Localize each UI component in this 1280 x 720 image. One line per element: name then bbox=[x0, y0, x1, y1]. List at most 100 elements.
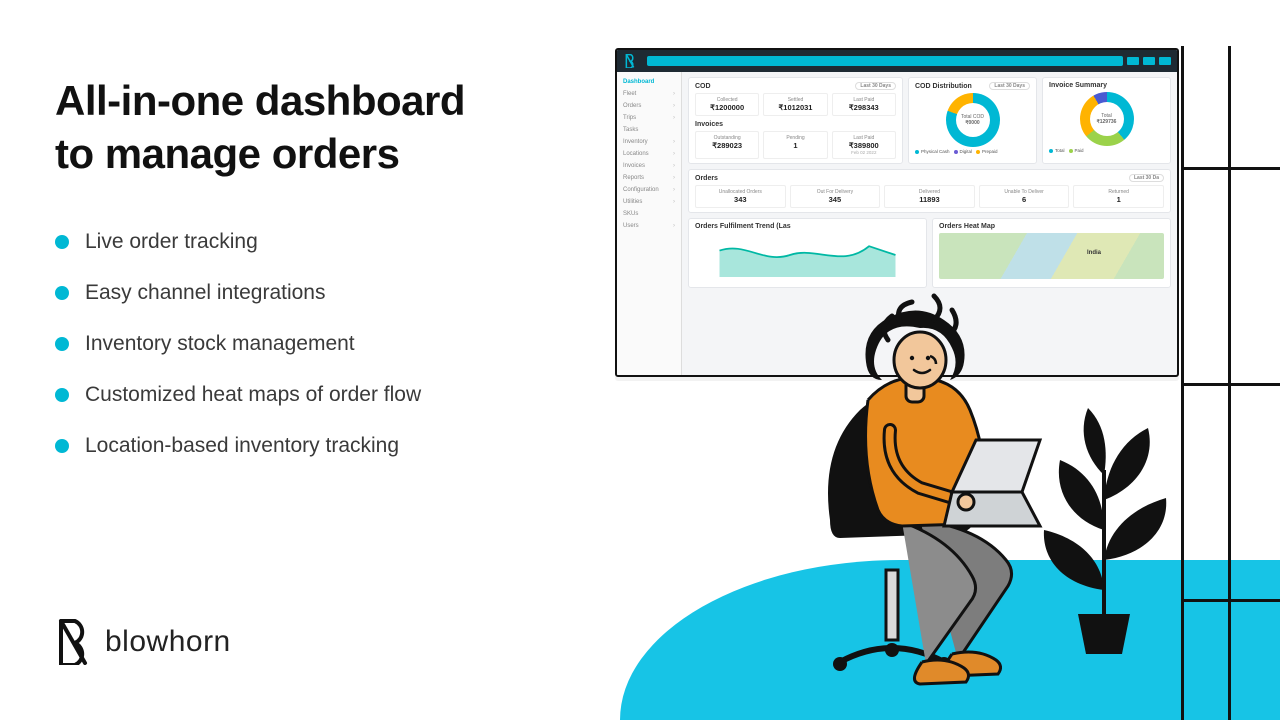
stat-pending: Pending1 bbox=[763, 131, 827, 159]
window-close-icon[interactable] bbox=[1159, 57, 1171, 65]
stat-value: 343 bbox=[698, 195, 783, 204]
legend-item: Paid bbox=[1069, 148, 1084, 153]
sidebar-item-label: Inventory bbox=[623, 139, 648, 145]
feature-item: Customized heat maps of order flow bbox=[55, 383, 421, 407]
sidebar-item-skus[interactable]: SKUs bbox=[617, 208, 681, 220]
window-titlebar bbox=[617, 50, 1177, 72]
period-selector[interactable]: Last 30 Days bbox=[855, 82, 896, 90]
sidebar-item-label: Fleet bbox=[623, 91, 636, 97]
orders-card: OrdersLast 30 Da Unallocated Orders343 O… bbox=[688, 169, 1171, 213]
sidebar-item-label: Reports bbox=[623, 175, 644, 181]
brand-name: blowhorn bbox=[105, 625, 231, 659]
stat-returned: Returned1 bbox=[1073, 185, 1164, 208]
card-title: Orders Heat Map bbox=[939, 223, 995, 230]
stat-collected: Collected₹1200000 bbox=[695, 93, 759, 116]
sidebar-item-orders[interactable]: Orders › bbox=[617, 100, 681, 112]
bullet-icon bbox=[55, 286, 69, 300]
chart-legend: Total Paid bbox=[1049, 148, 1164, 153]
card-title: Invoices bbox=[695, 121, 723, 128]
chart-legend: Physical Cash Digital Prepaid bbox=[915, 149, 1030, 154]
stat-delivered: Delivered11893 bbox=[884, 185, 975, 208]
stat-value: ₹389800 bbox=[835, 141, 893, 150]
feature-label: Location-based inventory tracking bbox=[85, 434, 399, 458]
feature-label: Inventory stock management bbox=[85, 332, 355, 356]
sidebar-item-reports[interactable]: Reports › bbox=[617, 172, 681, 184]
window-min-icon[interactable] bbox=[1127, 57, 1139, 65]
sidebar-item-users[interactable]: Users› bbox=[617, 220, 681, 232]
sidebar-item-label: Orders bbox=[623, 103, 641, 109]
chevron-right-icon: › bbox=[673, 163, 675, 169]
headline: All-in-one dashboard to manage orders bbox=[55, 75, 465, 180]
window-illustration bbox=[1181, 46, 1280, 720]
stat-outstanding: Outstanding₹289023 bbox=[695, 131, 759, 159]
feature-label: Easy channel integrations bbox=[85, 281, 326, 305]
feature-item: Inventory stock management bbox=[55, 332, 421, 356]
feature-list: Live order tracking Easy channel integra… bbox=[55, 230, 421, 485]
sidebar-item-trips[interactable]: Trips› bbox=[617, 112, 681, 124]
stat-value: 11893 bbox=[887, 195, 972, 204]
feature-item: Location-based inventory tracking bbox=[55, 434, 421, 458]
sidebar-item-invoices[interactable]: Invoices › bbox=[617, 160, 681, 172]
person-illustration bbox=[770, 270, 1070, 700]
bullet-icon bbox=[55, 337, 69, 351]
sidebar-item-fleet[interactable]: Fleet› bbox=[617, 88, 681, 100]
stat-value: ₹1012031 bbox=[766, 103, 824, 112]
sidebar-item-utilities[interactable]: Utilities › bbox=[617, 196, 681, 208]
bullet-icon bbox=[55, 235, 69, 249]
chevron-right-icon: › bbox=[673, 175, 675, 181]
chevron-right-icon: › bbox=[673, 151, 675, 157]
donut-center-value: ₹129736 bbox=[1097, 119, 1117, 125]
chevron-right-icon: › bbox=[673, 223, 675, 229]
chevron-right-icon: › bbox=[673, 103, 675, 109]
card-title: COD bbox=[695, 83, 711, 90]
address-bar[interactable] bbox=[647, 56, 1123, 66]
stat-value: ₹298343 bbox=[835, 103, 893, 112]
sidebar-item-locations[interactable]: Locations› bbox=[617, 148, 681, 160]
stat-value: 6 bbox=[982, 195, 1067, 204]
stat-sublabel: Feb 02 2022 bbox=[835, 150, 893, 155]
chevron-right-icon: › bbox=[673, 187, 675, 193]
donut-chart-icon: Total₹129736 bbox=[1080, 92, 1134, 146]
legend-item: Physical Cash bbox=[915, 149, 950, 154]
bullet-icon bbox=[55, 388, 69, 402]
map-country-label: India bbox=[1087, 250, 1101, 256]
period-selector[interactable]: Last 30 Days bbox=[989, 82, 1030, 90]
stat-value: 1 bbox=[766, 141, 824, 150]
card-title: Orders Fulfilment Trend (Las bbox=[695, 223, 791, 230]
brand-logo-icon bbox=[55, 619, 91, 665]
cod-distribution-card: COD DistributionLast 30 Days Total COD₹0… bbox=[908, 77, 1037, 164]
stat-value: ₹1200000 bbox=[698, 103, 756, 112]
headline-line-2: to manage orders bbox=[55, 130, 399, 177]
sidebar-item-label: Utilities bbox=[623, 199, 642, 205]
donut-center-value: ₹0000 bbox=[965, 120, 979, 126]
card-title: COD Distribution bbox=[915, 83, 972, 90]
stat-unable: Unable To Deliver6 bbox=[979, 185, 1070, 208]
stat-inv-last-paid: Last Paid₹389800Feb 02 2022 bbox=[832, 131, 896, 159]
sidebar-item-inventory[interactable]: Inventory › bbox=[617, 136, 681, 148]
brand-lockup: blowhorn bbox=[55, 619, 231, 665]
sidebar-item-tasks[interactable]: Tasks bbox=[617, 124, 681, 136]
period-selector[interactable]: Last 30 Da bbox=[1129, 174, 1164, 182]
chevron-right-icon: › bbox=[673, 139, 675, 145]
sidebar-item-label: Invoices bbox=[623, 163, 645, 169]
sidebar-item-configuration[interactable]: Configuration › bbox=[617, 184, 681, 196]
feature-item: Easy channel integrations bbox=[55, 281, 421, 305]
chevron-right-icon: › bbox=[673, 199, 675, 205]
legend-item: Digital bbox=[954, 149, 973, 154]
stat-value: ₹289023 bbox=[698, 141, 756, 150]
bullet-icon bbox=[55, 439, 69, 453]
card-title: Invoice Summary bbox=[1049, 82, 1107, 89]
invoice-summary-card: Invoice Summary Total₹129736 Total Paid bbox=[1042, 77, 1171, 164]
stat-last-paid: Last Paid₹298343 bbox=[832, 93, 896, 116]
stat-out-for-delivery: Out For Delivery345 bbox=[790, 185, 881, 208]
marketing-slide: All-in-one dashboard to manage orders Li… bbox=[0, 0, 1280, 720]
app-logo-icon bbox=[623, 54, 637, 68]
stat-settled: Settled₹1012031 bbox=[763, 93, 827, 116]
legend-item: Total bbox=[1049, 148, 1065, 153]
sidebar-item-label: Configuration bbox=[623, 187, 659, 193]
sidebar-item-label: Dashboard bbox=[623, 79, 654, 85]
window-max-icon[interactable] bbox=[1143, 57, 1155, 65]
sidebar-item-dashboard[interactable]: Dashboard bbox=[617, 76, 681, 88]
stat-value: 1 bbox=[1076, 195, 1161, 204]
feature-item: Live order tracking bbox=[55, 230, 421, 254]
